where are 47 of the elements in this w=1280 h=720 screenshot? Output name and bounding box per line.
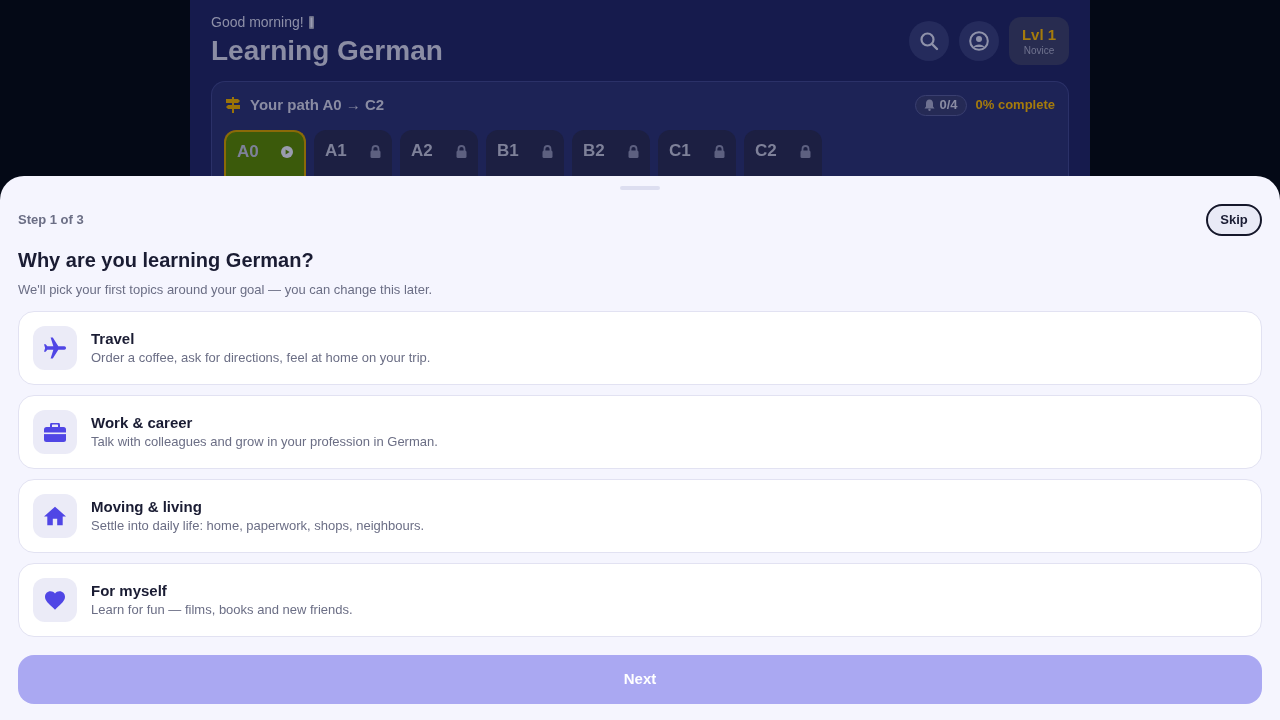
lock-icon [628,144,639,158]
goal-option-card[interactable]: Moving & living Settle into daily life: home, paperwork, shops, neighbours. [18,479,1262,553]
level-stage-tab[interactable]: A1 [314,130,392,176]
lock-icon [800,144,811,158]
goal-option-card[interactable]: For myself Learn for fun — films, books and new friends. [18,563,1262,637]
page-title: Learning German [211,34,443,68]
lock-icon [370,144,381,158]
signpost-icon [225,97,241,113]
lock-icon [456,144,467,158]
step-indicator: Step 1 of 3 [18,211,84,230]
option-description: Learn for fun — films, books and new friends. [91,601,353,619]
search-icon [919,31,939,51]
bell-icon [924,99,936,111]
level-label: Lvl 1 [1021,25,1057,44]
level-stage-tab[interactable]: C2 [744,130,822,176]
house-icon [44,506,66,526]
lock-icon [714,144,725,158]
question-hint: We'll pick your first topics around your goal — you can change this later. [18,281,434,299]
greeting-text: Good morning! [211,13,304,32]
rank-label: Novice [1023,43,1055,57]
option-description: Order a coffee, ask for directions, feel at home on your trip. [91,349,431,367]
option-title: Work & career [91,413,194,433]
search-button[interactable] [909,21,949,61]
lock-icon [542,144,553,158]
option-title: Moving & living [91,497,203,517]
briefcase-icon [44,422,66,442]
progress-count: 0/4 [939,96,958,115]
emoji-placeholder-icon [308,15,314,29]
option-description: Settle into daily life: home, paperwork, shops, neighbours. [91,517,425,535]
level-stage-tab[interactable]: A2 [400,130,478,176]
option-title: Travel [91,329,136,349]
level-stage-tab[interactable]: B1 [486,130,564,176]
play-icon [281,146,293,158]
user-circle-icon [969,31,989,51]
profile-button[interactable] [959,21,999,61]
goal-option-card[interactable]: Travel Order a coffee, ask for directions, feel at home on your trip. [18,311,1262,385]
level-stage-tab[interactable]: B2 [572,130,650,176]
level-stage-tab[interactable]: C1 [658,130,736,176]
skip-button[interactable]: Skip [1206,204,1262,236]
completion-text: 0% complete [975,96,1056,115]
airplane-icon [44,337,66,359]
option-description: Talk with colleagues and grow in your profession in German. [91,433,438,451]
path-title: Your path A0 → C2 [250,94,385,115]
goal-option-card[interactable]: Work & career Talk with colleagues and grow in your profession in German. [18,395,1262,469]
heart-icon [45,590,65,610]
option-title: For myself [91,581,168,601]
question-heading: Why are you learning German? [18,248,315,273]
